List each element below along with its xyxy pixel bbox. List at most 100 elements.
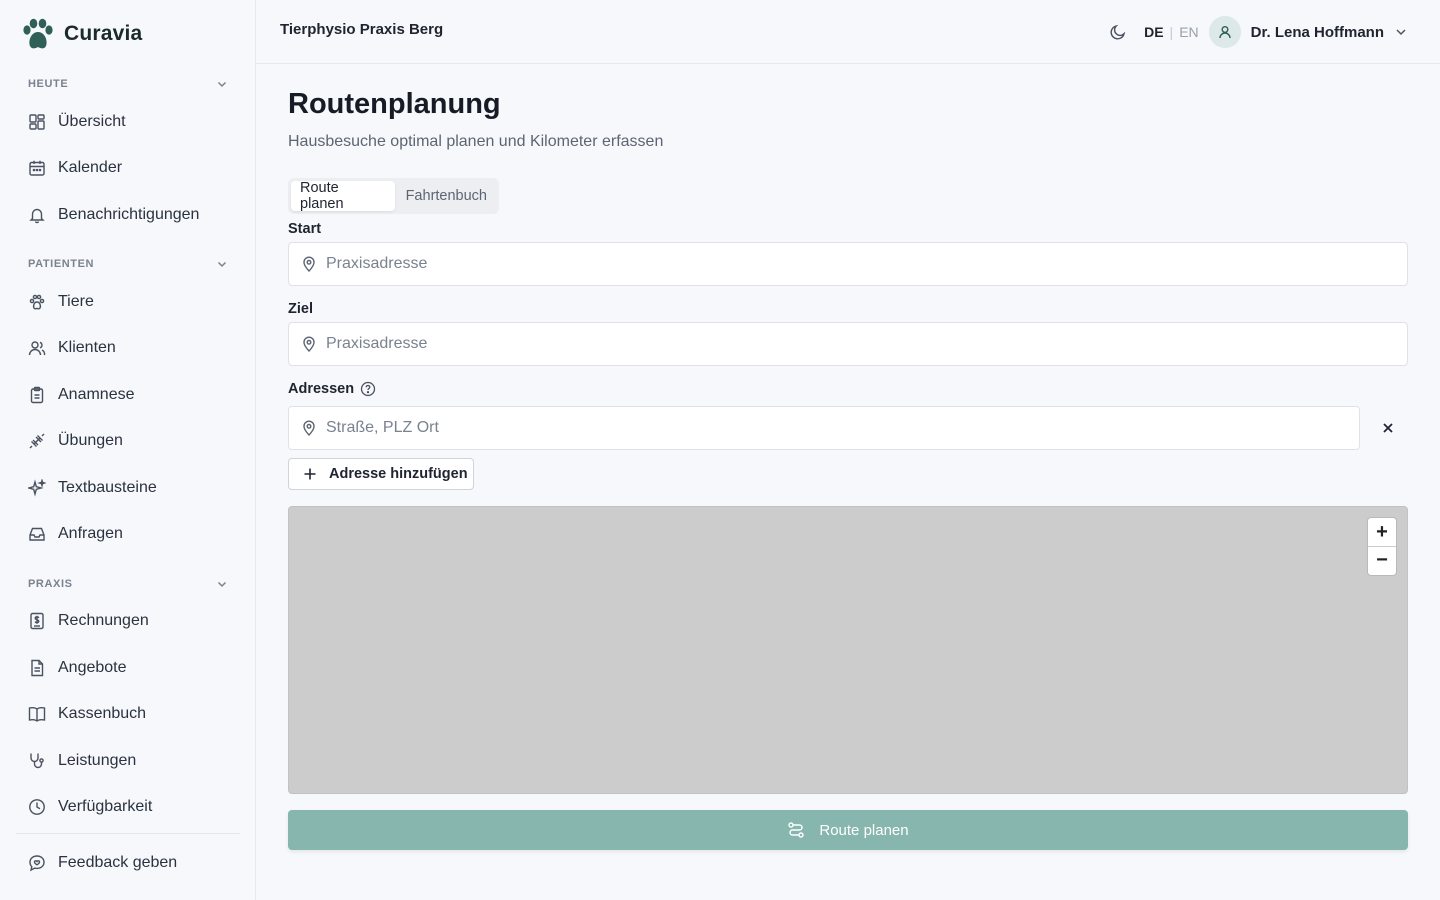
- sidebar-item-tiere[interactable]: Tiere: [16, 282, 240, 322]
- map-pin-icon: [303, 336, 315, 352]
- theme-toggle-button[interactable]: [1104, 18, 1132, 46]
- topbar-actions: DE | EN Dr. Lena Hoffmann: [1104, 16, 1408, 48]
- sidebar-item-anfragen[interactable]: Anfragen: [16, 514, 240, 554]
- inbox-icon: [29, 527, 45, 541]
- sidebar-item-label: Benachrichtigungen: [58, 206, 200, 223]
- ziel-field: [288, 322, 1408, 366]
- start-field: [288, 242, 1408, 286]
- zoom-out-button[interactable]: −: [1368, 546, 1396, 574]
- sidebar: Curavia HEUTE Übersicht Kalender Benachr…: [0, 0, 256, 900]
- section-label: HEUTE: [28, 78, 69, 90]
- route-map[interactable]: + −: [288, 506, 1408, 794]
- lang-en[interactable]: EN: [1179, 24, 1198, 40]
- sidebar-item-textbausteine[interactable]: Textbausteine: [16, 468, 240, 508]
- sidebar-item-verfuegbarkeit[interactable]: Verfügbarkeit: [16, 787, 240, 827]
- tab-route-planen[interactable]: Route planen: [291, 180, 395, 212]
- section-patienten[interactable]: PATIENTEN: [28, 254, 228, 274]
- remove-address-button[interactable]: [1374, 414, 1402, 442]
- page-subtitle: Hausbesuche optimal planen und Kilometer…: [288, 133, 664, 150]
- invoice-icon: [30, 612, 44, 630]
- plus-icon: [304, 468, 316, 480]
- sidebar-item-label: Übersicht: [58, 113, 126, 130]
- sidebar-item-klienten[interactable]: Klienten: [16, 328, 240, 368]
- plan-route-label: Route planen: [819, 821, 909, 839]
- chevron-down-icon: [217, 581, 227, 588]
- sidebar-item-uebungen[interactable]: Übungen: [16, 421, 240, 461]
- sidebar-item-label: Angebote: [58, 659, 127, 676]
- help-circle-icon[interactable]: [360, 381, 376, 397]
- address-field: [288, 406, 1360, 450]
- map-zoom-control: + −: [1367, 517, 1397, 576]
- sidebar-item-label: Verfügbarkeit: [58, 798, 153, 815]
- sidebar-item-leistungen[interactable]: Leistungen: [16, 741, 240, 781]
- section-heute[interactable]: HEUTE: [28, 74, 228, 94]
- chevron-down-icon: [217, 261, 227, 268]
- map-pin-icon: [303, 256, 315, 272]
- section-label: PRAXIS: [28, 578, 73, 590]
- book-icon: [28, 707, 46, 722]
- close-icon: [1383, 423, 1393, 433]
- logo[interactable]: Curavia: [20, 16, 142, 52]
- sidebar-item-rechnungen[interactable]: Rechnungen: [16, 601, 240, 641]
- route-icon: [788, 822, 805, 838]
- dumbbell-icon: [29, 433, 45, 449]
- tab-fahrtenbuch[interactable]: Fahrtenbuch: [397, 181, 496, 211]
- lang-separator: |: [1169, 24, 1174, 40]
- sidebar-item-label: Feedback geben: [58, 854, 178, 871]
- sidebar-item-label: Klienten: [58, 339, 116, 356]
- add-address-label: Adresse hinzufügen: [329, 466, 468, 482]
- address-input[interactable]: [326, 407, 1359, 449]
- start-label: Start: [288, 221, 322, 237]
- clipboard-icon: [30, 386, 44, 404]
- sidebar-item-label: Kassenbuch: [58, 705, 147, 722]
- language-switcher: DE | EN: [1144, 24, 1199, 40]
- user-icon: [1218, 26, 1231, 39]
- practice-name: Tierphysio Praxis Berg: [280, 21, 444, 38]
- lang-de[interactable]: DE: [1144, 24, 1163, 40]
- start-input[interactable]: [326, 243, 1407, 285]
- sidebar-item-label: Anfragen: [58, 525, 123, 542]
- sparkles-icon: [28, 479, 46, 497]
- sidebar-item-angebote[interactable]: Angebote: [16, 648, 240, 688]
- brand-name: Curavia: [64, 22, 143, 45]
- paw-icon: [29, 294, 45, 310]
- sidebar-divider: [16, 833, 240, 834]
- moon-icon: [1110, 24, 1126, 40]
- topbar: Tierphysio Praxis Berg DE | EN Dr. Lena …: [256, 0, 1440, 64]
- calendar-icon: [29, 160, 45, 176]
- ziel-label: Ziel: [288, 301, 313, 317]
- sidebar-item-label: Textbausteine: [58, 479, 157, 496]
- sidebar-item-kalender[interactable]: Kalender: [16, 148, 240, 188]
- sidebar-item-feedback[interactable]: Feedback geben: [16, 843, 240, 883]
- plan-route-button[interactable]: Route planen: [288, 810, 1408, 850]
- chevron-down-icon: [217, 81, 227, 88]
- section-label: PATIENTEN: [28, 258, 95, 270]
- zoom-in-button[interactable]: +: [1368, 518, 1396, 546]
- tabs: Route planen Fahrtenbuch: [288, 178, 499, 214]
- sidebar-item-label: Tiere: [58, 293, 94, 310]
- sidebar-item-label: Übungen: [58, 432, 123, 449]
- adressen-label-row: Adressen: [288, 381, 376, 397]
- chevron-down-icon[interactable]: [1394, 25, 1408, 39]
- dashboard-icon: [29, 114, 45, 130]
- bell-icon: [29, 208, 45, 224]
- sidebar-item-kassenbuch[interactable]: Kassenbuch: [16, 694, 240, 734]
- user-name[interactable]: Dr. Lena Hoffmann: [1251, 24, 1384, 41]
- map-pin-icon: [303, 420, 315, 436]
- users-icon: [28, 341, 46, 356]
- sidebar-item-label: Kalender: [58, 159, 123, 176]
- ziel-input[interactable]: [326, 323, 1407, 365]
- sidebar-item-benachrichtigungen[interactable]: Benachrichtigungen: [16, 195, 240, 235]
- paw-logo-icon: [23, 18, 53, 49]
- clock-icon: [29, 799, 45, 815]
- avatar[interactable]: [1208, 16, 1241, 48]
- page-title: Routenplanung: [288, 88, 501, 120]
- feedback-icon: [29, 855, 45, 872]
- sidebar-item-uebersicht[interactable]: Übersicht: [16, 102, 240, 142]
- sidebar-item-anamnese[interactable]: Anamnese: [16, 375, 240, 415]
- add-address-button[interactable]: Adresse hinzufügen: [288, 458, 474, 490]
- sidebar-item-label: Rechnungen: [58, 612, 149, 629]
- section-praxis[interactable]: PRAXIS: [28, 574, 228, 594]
- adressen-label: Adressen: [288, 381, 355, 397]
- sidebar-item-label: Leistungen: [58, 752, 137, 769]
